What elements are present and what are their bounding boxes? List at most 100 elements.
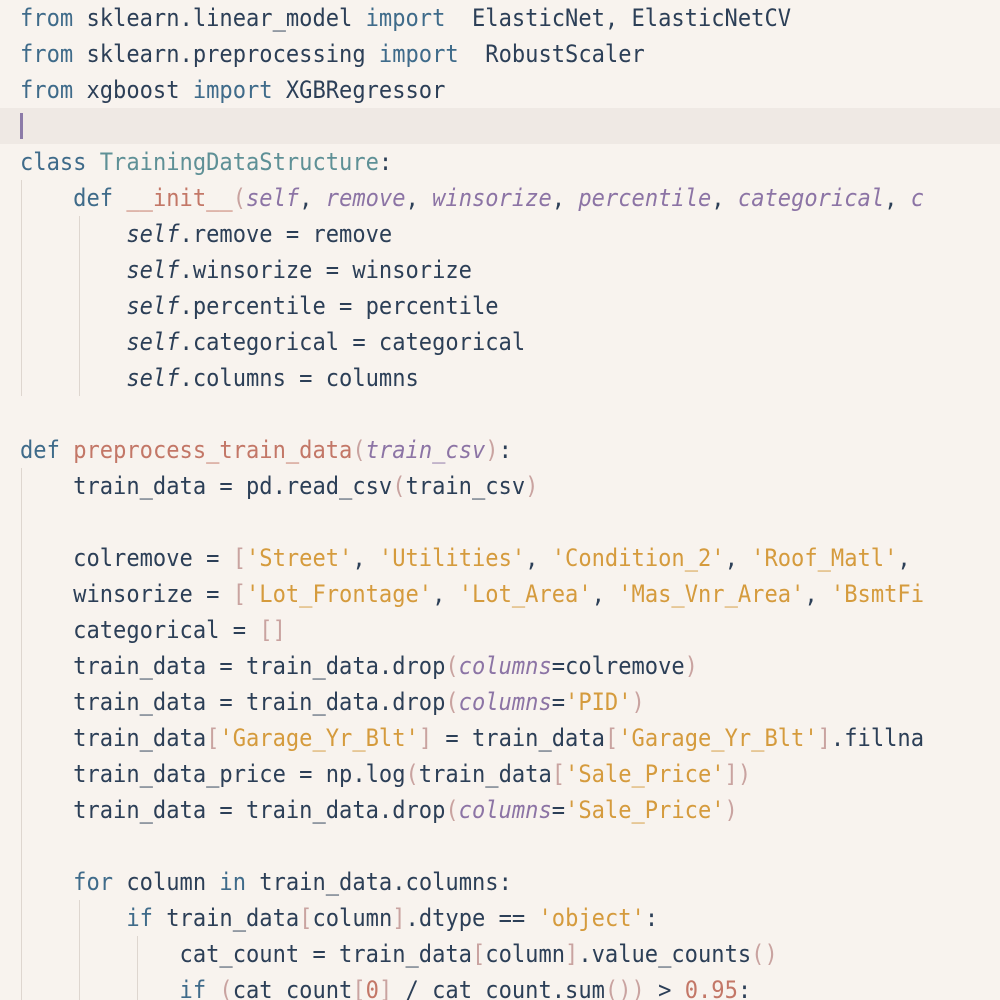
code-token: train_data_price = np.log [20, 760, 406, 788]
code-line[interactable]: self.columns = columns [20, 360, 419, 396]
code-token: train_data [418, 760, 552, 788]
code-line[interactable]: from sklearn.preprocessing import Robust… [20, 36, 645, 72]
code-token: cat_count = train_data [20, 940, 472, 968]
code-line[interactable]: self.winsorize = winsorize [20, 252, 472, 288]
code-token: ()) [604, 976, 645, 1000]
code-token: 'Garage_Yr_Blt' [618, 724, 818, 752]
code-token: categorical = [20, 616, 260, 644]
code-token: class [20, 148, 87, 176]
code-token: , [551, 184, 579, 212]
code-token: ( [352, 436, 366, 464]
code-token: ( [445, 652, 459, 680]
code-editor[interactable]: from sklearn.linear_model import Elastic… [0, 0, 1000, 1000]
code-token: self [126, 292, 180, 320]
code-line[interactable]: winsorize = ['Lot_Frontage', 'Lot_Area',… [20, 576, 924, 612]
code-token: column [312, 904, 393, 932]
code-line[interactable]: for column in train_data.columns: [20, 864, 512, 900]
code-token: 'BsmtFi [830, 580, 925, 608]
code-token: ] [392, 904, 406, 932]
code-token: 'Sale_Price' [565, 796, 725, 824]
code-token: XGBRegressor [272, 76, 446, 104]
code-line[interactable]: self.categorical = categorical [20, 324, 525, 360]
code-token: train_csv [405, 472, 526, 500]
code-line[interactable]: self.remove = remove [20, 216, 392, 252]
code-line[interactable]: train_data ['Garage_Yr_Blt'] = train_data… [20, 720, 924, 756]
code-token: [ [604, 724, 619, 752]
code-token: 0 [365, 976, 379, 1000]
code-token: [ [232, 580, 246, 608]
code-token: colremove [565, 652, 685, 680]
code-token: train_data [20, 724, 207, 752]
code-line[interactable]: if (cat_count[0] / cat_count.sum()) > 0.… [20, 972, 752, 1000]
code-token: [ [299, 904, 313, 932]
code-token: .categorical = categorical [179, 328, 526, 356]
code-token: = [551, 796, 566, 824]
code-token: ( [219, 976, 233, 1000]
code-token: train_data = train_data.drop [20, 652, 446, 680]
code-token: train_data = train_data.drop [20, 688, 446, 716]
code-token: ]) [724, 760, 752, 788]
code-token: ] [817, 724, 831, 752]
code-token: , [724, 544, 752, 572]
code-token: train_data.columns: [246, 868, 512, 896]
code-token: [ [471, 940, 486, 968]
code-line[interactable]: def preprocess_train_data(train_csv): [20, 432, 512, 468]
code-token: ( [232, 184, 247, 212]
code-line[interactable]: colremove = ['Street', 'Utilities', 'Con… [20, 540, 924, 576]
code-token: 'Utilities' [378, 544, 526, 572]
code-token: , [884, 184, 911, 212]
code-token: colremove = [20, 544, 233, 572]
code-line[interactable]: train_data_price = np.log(train_data['Sa… [20, 756, 751, 792]
code-line[interactable]: train_data = pd.read_csv(train_csv) [20, 468, 538, 504]
code-token: columns [458, 652, 552, 680]
code-line[interactable]: train_data = train_data.drop(columns='PI… [20, 684, 645, 720]
code-token: ) [485, 436, 499, 464]
code-token: column [113, 868, 220, 896]
code-token: 'Condition_2' [551, 544, 725, 572]
code-token: TrainingDataStructure [99, 148, 379, 176]
code-token: ( [445, 796, 459, 824]
code-token: .percentile = percentile [179, 292, 499, 320]
code-token: ] [418, 724, 433, 752]
code-line[interactable]: categorical = [] [20, 612, 286, 648]
code-line[interactable]: cat_count = train_data[column].value_cou… [20, 936, 778, 972]
code-token: () [751, 940, 778, 968]
code-token: remove [325, 184, 406, 212]
code-token: , [432, 580, 459, 608]
code-token: , [405, 184, 433, 212]
code-token: percentile [578, 184, 712, 212]
code-line[interactable]: from xgboost import XGBRegressor [20, 72, 445, 108]
code-line[interactable]: self.percentile = percentile [20, 288, 499, 324]
code-line[interactable]: class TrainingDataStructure: [20, 144, 392, 180]
code-token: .value_counts [578, 940, 752, 968]
code-line[interactable]: def __init__(self, remove, winsorize, pe… [20, 180, 924, 216]
code-token: train_data [152, 904, 300, 932]
code-token: = train_data [432, 724, 605, 752]
code-token: def [20, 436, 60, 464]
code-token: [ [352, 976, 366, 1000]
code-token: [] [259, 616, 286, 644]
code-token: self [126, 364, 180, 392]
code-line[interactable]: if train_data[column].dtype == 'object': [20, 900, 658, 936]
code-line[interactable]: train_data = train_data.drop(columns=col… [20, 648, 698, 684]
code-token: train_data = train_data.drop [20, 796, 446, 824]
code-token: .columns = columns [179, 364, 419, 392]
code-line[interactable]: train_data = train_data.drop(columns='Sa… [20, 792, 738, 828]
code-line[interactable]: from sklearn.linear_model import Elastic… [20, 0, 791, 36]
current-line[interactable] [0, 108, 1000, 144]
code-token: ) [684, 652, 698, 680]
code-token: / cat_count.sum [392, 976, 605, 1000]
code-token: columns [458, 688, 552, 716]
code-token: , [711, 184, 738, 212]
code-token: in [219, 868, 247, 896]
code-token: ) [525, 472, 539, 500]
code-token: : [378, 148, 393, 176]
